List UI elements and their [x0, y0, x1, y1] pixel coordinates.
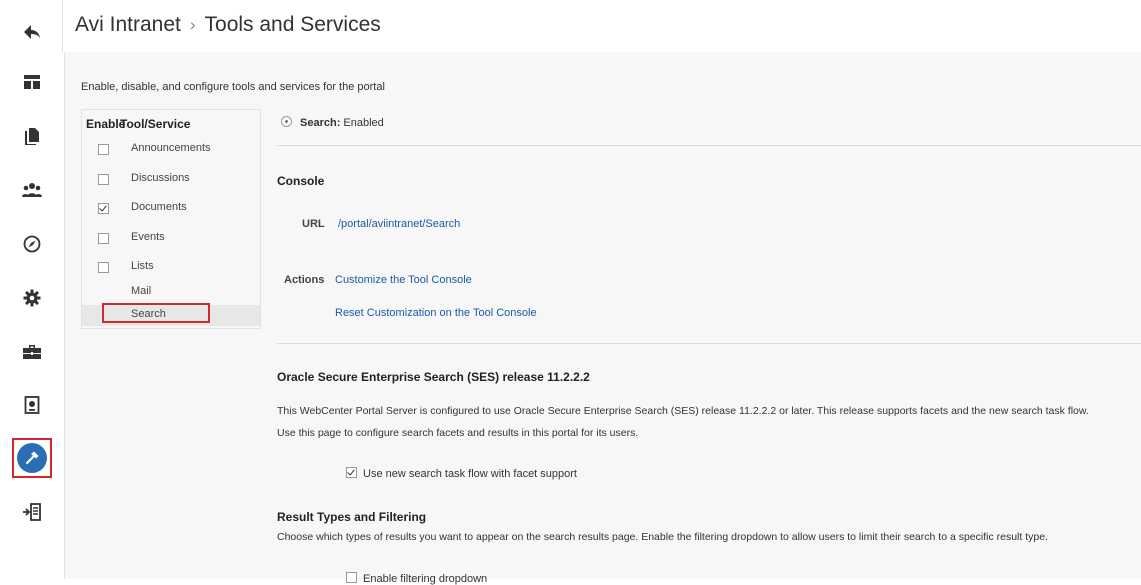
- ses-instructions: Use this page to configure search facets…: [277, 427, 639, 439]
- status-label: Search:: [300, 117, 341, 129]
- reset-customization-link[interactable]: Reset Customization on the Tool Console: [335, 307, 537, 319]
- tool-label: Announcements: [131, 142, 211, 154]
- status-value: Enabled: [343, 117, 384, 129]
- tool-label: Events: [131, 230, 165, 243]
- breadcrumb-separator: ›: [189, 15, 196, 34]
- rail-item-documents[interactable]: [14, 118, 50, 154]
- hammer-icon: [17, 443, 47, 473]
- back-button[interactable]: [14, 14, 50, 50]
- tool-row-announcements[interactable]: Announcements: [82, 137, 260, 167]
- rail-item-settings[interactable]: [14, 280, 50, 316]
- divider: [277, 145, 1141, 146]
- gear-icon: [23, 289, 41, 307]
- rail-item-people[interactable]: [14, 172, 50, 208]
- facet-support-label: Use new search task flow with facet supp…: [363, 468, 577, 480]
- rail-item-compass[interactable]: [14, 226, 50, 262]
- status-radio-icon: [281, 116, 292, 127]
- customize-console-link[interactable]: Customize the Tool Console: [335, 274, 472, 286]
- rail-item-exit[interactable]: [14, 494, 50, 530]
- result-types-description: Choose which types of results you want t…: [277, 531, 1048, 543]
- rail-item-toolbox[interactable]: [14, 334, 50, 370]
- breadcrumb-portal-link[interactable]: Avi Intranet: [75, 13, 181, 36]
- tool-label: Search: [131, 307, 166, 320]
- facet-support-checkbox[interactable]: [346, 467, 357, 478]
- rail-item-tools[interactable]: [12, 438, 52, 478]
- breadcrumb: Avi Intranet › Tools and Services: [75, 13, 381, 37]
- toolbox-icon: [22, 344, 42, 360]
- layout-icon: [23, 74, 41, 90]
- actions-label: Actions: [284, 274, 325, 286]
- ses-heading: Oracle Secure Enterprise Search (SES) re…: [277, 370, 590, 384]
- enable-checkbox[interactable]: [98, 232, 109, 244]
- page-header: Avi Intranet › Tools and Services: [62, 0, 1141, 52]
- tool-row-events[interactable]: Events: [82, 226, 260, 256]
- enable-checkbox[interactable]: [98, 144, 109, 155]
- page-title: Tools and Services: [204, 13, 381, 36]
- tool-label: Discussions: [131, 171, 190, 184]
- enable-checkbox[interactable]: [98, 173, 109, 185]
- facet-support-option[interactable]: Use new search task flow with facet supp…: [346, 466, 577, 480]
- compass-icon: [23, 235, 41, 253]
- filtering-dropdown-option[interactable]: Enable filtering dropdown: [346, 571, 487, 585]
- filtering-dropdown-label: Enable filtering dropdown: [363, 573, 488, 585]
- tool-service-list: Enable Tool/Service Announcements Discus…: [81, 109, 261, 329]
- main-panel: Enable, disable, and configure tools and…: [64, 52, 1141, 585]
- exit-icon: [22, 503, 42, 521]
- enable-checkbox[interactable]: [98, 262, 109, 273]
- documents-icon: [24, 127, 40, 145]
- result-types-heading: Result Types and Filtering: [277, 510, 427, 524]
- enable-column-header: Enable: [86, 116, 126, 131]
- console-heading: Console: [277, 174, 325, 188]
- tool-label: Documents: [131, 201, 187, 213]
- filtering-dropdown-checkbox[interactable]: [346, 572, 357, 583]
- device-icon: [24, 396, 40, 414]
- url-link[interactable]: /portal/aviintranet/Search: [338, 218, 460, 230]
- rail-item-device[interactable]: [14, 387, 50, 423]
- ses-description: This WebCenter Portal Server is configur…: [277, 405, 1089, 417]
- enable-checkbox[interactable]: [98, 203, 109, 214]
- tool-row-mail[interactable]: Mail: [82, 285, 260, 305]
- divider: [277, 343, 1141, 344]
- tool-detail-pane: Search: Enabled Console URL /portal/avii…: [277, 52, 1141, 585]
- tool-row-search[interactable]: Search: [82, 302, 260, 326]
- left-nav-rail: [0, 0, 62, 579]
- people-icon: [22, 182, 42, 198]
- tool-column-header: Tool/Service: [120, 116, 191, 131]
- rail-item-layout[interactable]: [14, 64, 50, 100]
- url-label: URL: [302, 218, 325, 230]
- tool-row-discussions[interactable]: Discussions: [82, 167, 260, 197]
- tool-row-documents[interactable]: Documents: [82, 196, 260, 226]
- tool-label: Mail: [131, 284, 152, 297]
- tool-label: Lists: [131, 260, 154, 272]
- tool-list-header: Enable Tool/Service: [82, 110, 260, 137]
- tool-row-lists[interactable]: Lists: [82, 255, 260, 285]
- back-arrow-icon: [23, 24, 41, 40]
- status-line: Search: Enabled: [281, 115, 384, 129]
